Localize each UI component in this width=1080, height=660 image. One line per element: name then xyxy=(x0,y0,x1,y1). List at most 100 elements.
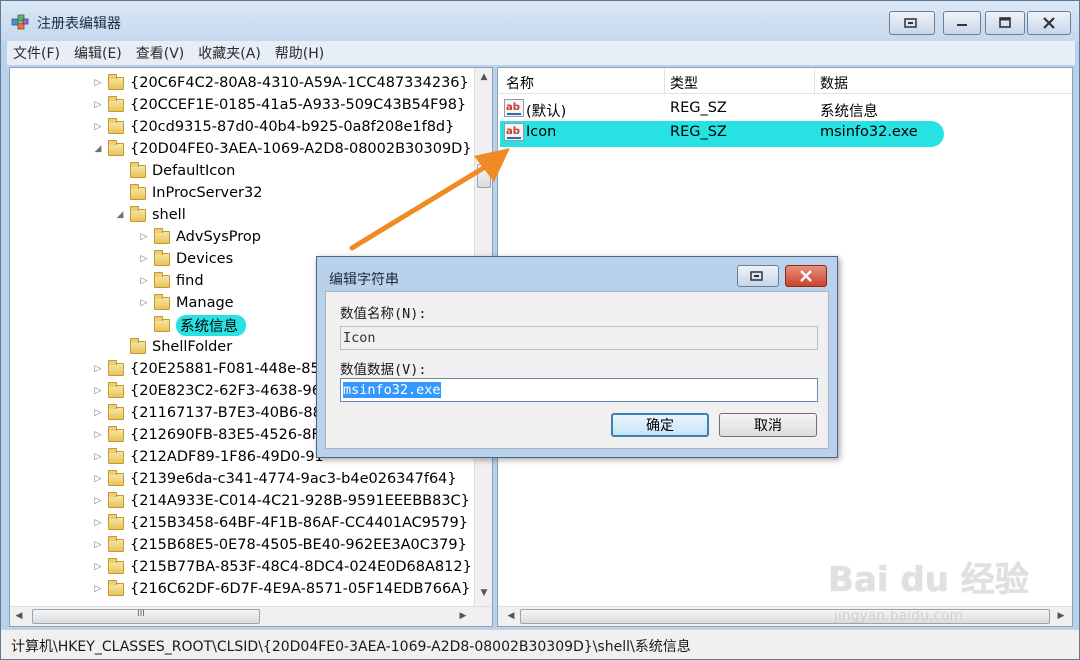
scroll-left-icon[interactable]: ◀ xyxy=(502,607,520,625)
expand-arrow-icon[interactable]: ▷ xyxy=(92,78,104,88)
dialog-title: 编辑字符串 xyxy=(329,272,399,288)
value-data: 系统信息 xyxy=(820,104,878,120)
tree-node[interactable]: ▷ {215B68E5-0E78-4505-BE40-962EE3A0C379} xyxy=(92,534,467,556)
tree-node-label: {215B68E5-0E78-4505-BE40-962EE3A0C379} xyxy=(130,537,467,553)
close-icon xyxy=(800,270,812,282)
tree-node[interactable]: ▷ {212ADF89-1F86-49D0-91 xyxy=(92,446,324,468)
tree-node[interactable]: ▷ {20E25881-F081-448e-856 xyxy=(92,358,329,380)
tree-node[interactable]: ▷ {2139e6da-c341-4774-9ac3-b4e026347f64} xyxy=(92,468,457,490)
restore-down-button[interactable] xyxy=(889,11,935,35)
menu-view[interactable]: 查看(V) xyxy=(136,43,185,63)
maximize-icon xyxy=(999,17,1011,28)
column-data-header[interactable]: 数据 xyxy=(820,73,848,93)
column-name-header[interactable]: 名称 xyxy=(506,73,534,93)
column-divider[interactable] xyxy=(664,68,665,94)
expand-arrow-icon[interactable]: ▷ xyxy=(92,408,104,418)
dialog-close-button[interactable] xyxy=(785,265,827,287)
expand-arrow-icon[interactable]: ▷ xyxy=(92,100,104,110)
folder-icon xyxy=(130,161,146,178)
expand-arrow-icon[interactable]: ▷ xyxy=(92,430,104,440)
tree-node[interactable]: ▷ {20E823C2-62F3-4638-96 xyxy=(92,380,321,402)
scroll-up-icon[interactable]: ▲ xyxy=(475,68,492,86)
folder-icon xyxy=(130,183,146,200)
selected-text: msinfo32.exe xyxy=(343,382,441,398)
expand-arrow-icon[interactable]: ▷ xyxy=(92,540,104,550)
expand-arrow-icon[interactable]: ▷ xyxy=(92,364,104,374)
tree-node-label: find xyxy=(176,273,204,289)
tree-node[interactable]: ▷ Devices xyxy=(138,248,233,270)
tree-node[interactable]: ◢ shell xyxy=(114,204,186,226)
expand-arrow-icon[interactable]: ▷ xyxy=(92,584,104,594)
maximize-button[interactable] xyxy=(985,11,1025,35)
value-row-default[interactable]: ab (默认) REG_SZ 系统信息 xyxy=(498,97,1072,121)
menu-help[interactable]: 帮助(H) xyxy=(275,43,324,63)
tree-hscroll-thumb[interactable]: III xyxy=(32,609,260,624)
tree-node[interactable]: DefaultIcon xyxy=(114,160,235,182)
title-bar: 注册表编辑器 xyxy=(1,1,1079,41)
folder-icon xyxy=(108,73,124,90)
value-row-icon[interactable]: ab Icon REG_SZ msinfo32.exe xyxy=(498,121,1072,147)
folder-icon xyxy=(108,139,124,156)
folder-icon xyxy=(130,337,146,354)
tree-node[interactable]: ▷ find xyxy=(138,270,204,292)
collapse-arrow-icon[interactable]: ◢ xyxy=(92,144,104,154)
tree-node-label: AdvSysProp xyxy=(176,229,261,245)
expand-arrow-icon[interactable]: ▷ xyxy=(92,386,104,396)
expand-arrow-icon[interactable]: ▷ xyxy=(138,254,150,264)
folder-icon xyxy=(108,535,124,552)
tree-node[interactable]: ▷ AdvSysProp xyxy=(138,226,261,248)
ok-button[interactable]: 确定 xyxy=(611,413,709,437)
dialog-restore-button[interactable] xyxy=(737,265,779,287)
restore-icon xyxy=(904,18,917,28)
tree-node-label: ShellFolder xyxy=(152,339,233,355)
tree-node[interactable]: ShellFolder xyxy=(114,336,232,358)
value-data-input[interactable]: msinfo32.exe xyxy=(340,378,818,402)
expand-arrow-icon[interactable]: ▷ xyxy=(92,562,104,572)
expand-arrow-icon[interactable]: ▷ xyxy=(138,276,150,286)
expand-arrow-icon[interactable]: ▷ xyxy=(92,474,104,484)
folder-icon xyxy=(108,425,124,442)
restore-icon xyxy=(750,271,763,281)
watermark-brand: Bai du 经验 xyxy=(828,560,1029,600)
tree-node[interactable]: ▷ Manage xyxy=(138,292,234,314)
scroll-left-icon[interactable]: ◀ xyxy=(10,607,28,625)
column-divider[interactable] xyxy=(814,68,815,94)
expand-arrow-icon[interactable]: ▷ xyxy=(138,232,150,242)
expand-arrow-icon[interactable]: ▷ xyxy=(92,496,104,506)
tree-node[interactable]: ▷ {214A933E-C014-4C21-928B-9591EEEBB83C} xyxy=(92,490,470,512)
expand-arrow-icon[interactable]: ▷ xyxy=(92,122,104,132)
tree-node[interactable]: ▷ {216C62DF-6D7F-4E9A-8571-05F14EDB766A} xyxy=(92,578,470,600)
expand-arrow-icon[interactable]: ▷ xyxy=(92,518,104,528)
folder-icon xyxy=(108,469,124,486)
menu-file[interactable]: 文件(F) xyxy=(13,43,60,63)
tree-node[interactable]: InProcServer32 xyxy=(114,182,262,204)
tree-node[interactable]: ▷ {20CCEF1E-0185-41a5-A933-509C43B54F98} xyxy=(92,94,466,116)
tree-node-label: {20E25881-F081-448e-856 xyxy=(130,361,329,377)
tree-node[interactable]: 系统信息 xyxy=(138,314,246,336)
minimize-button[interactable] xyxy=(943,11,981,35)
value-data: msinfo32.exe xyxy=(820,124,918,140)
cancel-button[interactable]: 取消 xyxy=(719,413,817,437)
column-type-header[interactable]: 类型 xyxy=(670,73,698,93)
tree-node[interactable]: ▷ {21167137-B7E3-40B6-88 xyxy=(92,402,322,424)
scroll-right-icon[interactable]: ▶ xyxy=(1052,607,1070,625)
close-button[interactable] xyxy=(1027,11,1071,35)
tree-horizontal-scrollbar[interactable]: ◀ III ▶ xyxy=(10,606,492,626)
value-name: Icon xyxy=(526,124,557,140)
scroll-down-icon[interactable]: ▼ xyxy=(475,584,492,602)
expand-arrow-icon[interactable]: ▷ xyxy=(92,452,104,462)
collapse-arrow-icon[interactable]: ◢ xyxy=(114,210,126,220)
tree-node[interactable]: ▷ {212690FB-83E5-4526-8F xyxy=(92,424,320,446)
menu-favorites[interactable]: 收藏夹(A) xyxy=(198,43,261,63)
expand-arrow-icon[interactable]: ▷ xyxy=(138,298,150,308)
minimize-icon xyxy=(957,24,967,26)
scroll-right-icon[interactable]: ▶ xyxy=(454,607,472,625)
tree-node[interactable]: ▷ {20C6F4C2-80A8-4310-A59A-1CC487334236} xyxy=(92,72,469,94)
tree-node[interactable]: ▷ {20cd9315-87d0-40b4-b925-0a8f208e1f8d} xyxy=(92,116,454,138)
tree-node[interactable]: ▷ {215B77BA-853F-48C4-8DC4-024E0D68A812} xyxy=(92,556,472,578)
watermark-url: jingyan.baidu.com xyxy=(834,608,964,624)
menu-edit[interactable]: 编辑(E) xyxy=(74,43,122,63)
tree-node[interactable]: ▷ {215B3458-64BF-4F1B-86AF-CC4401AC9579} xyxy=(92,512,468,534)
tree-node-label: 系统信息 xyxy=(176,314,246,336)
tree-node-label: Manage xyxy=(176,295,234,311)
